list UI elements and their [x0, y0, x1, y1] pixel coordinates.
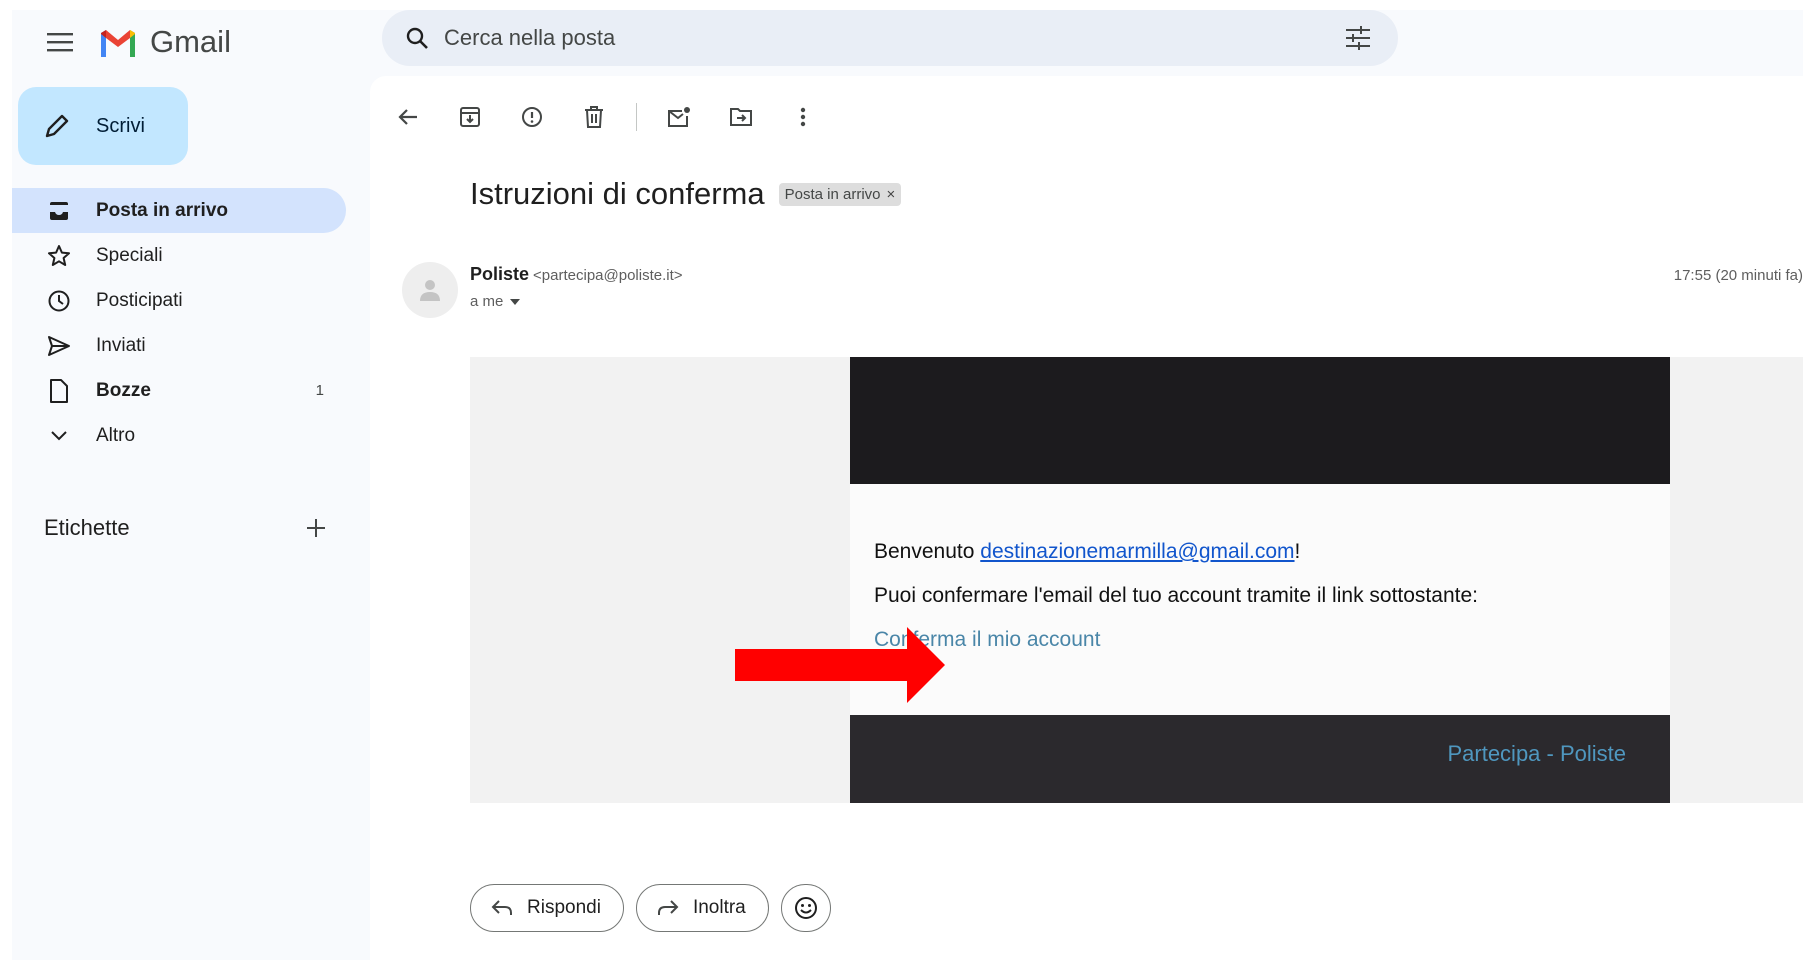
move-to-button[interactable] [721, 97, 761, 137]
welcome-line: Benvenuto destinazionemarmilla@gmail.com… [874, 539, 1646, 565]
reply-actions: Rispondi Inoltra [470, 884, 831, 932]
archive-button[interactable] [450, 97, 490, 137]
move-folder-icon [730, 108, 752, 126]
avatar[interactable] [402, 262, 458, 318]
sidebar-item-inbox[interactable]: Posta in arrivo [12, 188, 346, 233]
recipient-details-toggle[interactable]: a me [470, 293, 521, 310]
sender-address: <partecipa@poliste.it> [533, 267, 683, 284]
email-card: Benvenuto destinazionemarmilla@gmail.com… [850, 357, 1670, 803]
sidebar-item-label: Posta in arrivo [96, 199, 228, 221]
forward-button[interactable]: Inoltra [635, 884, 769, 932]
mark-unread-icon [668, 107, 690, 127]
arrow-left-icon [398, 109, 417, 125]
gmail-app: Gmail Cerca nella posta Scrivi Posta in … [12, 10, 1803, 960]
plus-icon [307, 519, 325, 537]
footer-link[interactable]: Partecipa - Poliste [1447, 741, 1626, 767]
sidebar-item-snoozed[interactable]: Posticipati [12, 278, 346, 323]
sender-name[interactable]: Poliste [470, 264, 529, 284]
emoji-icon [793, 895, 819, 921]
red-arrow-annotation [735, 627, 945, 703]
archive-icon [460, 107, 480, 127]
pencil-icon [42, 111, 72, 141]
labels-title: Etichette [44, 515, 130, 540]
mark-unread-button[interactable] [659, 97, 699, 137]
email-header-band [850, 357, 1670, 484]
send-icon [46, 333, 72, 359]
search-input[interactable]: Cerca nella posta [444, 25, 1338, 51]
welcome-email-link[interactable]: destinazionemarmilla@gmail.com [980, 540, 1294, 563]
search-bar[interactable]: Cerca nella posta [382, 10, 1398, 66]
email-footer: Partecipa - Poliste [850, 715, 1670, 803]
email-body: Benvenuto destinazionemarmilla@gmail.com… [470, 357, 1803, 803]
sidebar-item-label: Speciali [96, 244, 163, 266]
sender-info: Poliste <partecipa@poliste.it> [470, 264, 683, 285]
forward-label: Inoltra [692, 897, 746, 918]
spam-icon [522, 107, 542, 127]
sidebar-item-drafts[interactable]: Bozze 1 [12, 368, 346, 413]
subject-title: Istruzioni di conferma [470, 176, 765, 211]
remove-label-icon[interactable]: × [887, 186, 896, 203]
label-chip-text: Posta in arrivo [784, 185, 881, 203]
chevron-down-icon [46, 423, 72, 449]
instructions-text: Puoi confermare l'email del tuo account … [874, 584, 1478, 607]
sidebar-item-sent[interactable]: Inviati [12, 323, 346, 368]
more-options-button[interactable] [783, 97, 823, 137]
message-time: 17:55 (20 minuti fa) [1673, 267, 1803, 284]
app-name: Gmail [150, 24, 231, 59]
search-icon[interactable] [402, 23, 432, 53]
more-vert-icon [800, 107, 806, 127]
sidebar-item-label: Bozze [96, 379, 151, 401]
sidebar-item-label: Inviati [96, 334, 146, 356]
compose-label: Scrivi [96, 114, 145, 137]
sidebar-item-label: Altro [96, 424, 136, 446]
drafts-count: 1 [315, 382, 324, 399]
toolbar-divider [636, 103, 637, 131]
compose-button[interactable]: Scrivi [18, 87, 188, 165]
labels-section-header: Etichette [44, 508, 334, 548]
gmail-m-icon [101, 30, 135, 57]
message-toolbar [388, 94, 845, 140]
email-content: Benvenuto destinazionemarmilla@gmail.com… [850, 484, 1670, 715]
reply-icon [489, 895, 515, 921]
draft-icon [46, 378, 72, 404]
emoji-reaction-button[interactable] [780, 884, 831, 932]
person-icon [420, 280, 440, 301]
message-view: Istruzioni di conferma Posta in arrivo ×… [370, 76, 1803, 960]
reply-label: Rispondi [527, 897, 601, 918]
caret-down-icon [510, 298, 521, 305]
welcome-suffix: ! [1294, 540, 1301, 563]
subject-line: Istruzioni di conferma Posta in arrivo × [470, 176, 902, 212]
hamburger-icon [47, 33, 73, 52]
main-menu-button[interactable] [42, 24, 78, 60]
recipient-label: a me [470, 293, 504, 310]
sidebar-item-starred[interactable]: Speciali [12, 233, 346, 278]
star-icon [46, 243, 72, 269]
clock-icon [46, 288, 72, 314]
delete-button[interactable] [574, 97, 614, 137]
trash-icon [585, 106, 603, 128]
sidebar-nav: Posta in arrivo Speciali Posticipati Inv… [12, 188, 346, 458]
report-spam-button[interactable] [512, 97, 552, 137]
sidebar-item-label: Posticipati [96, 289, 183, 311]
forward-icon [655, 895, 681, 921]
label-chip[interactable]: Posta in arrivo × [778, 182, 902, 206]
search-options-icon[interactable] [1338, 18, 1378, 58]
gmail-logo[interactable]: Gmail [98, 24, 231, 60]
inbox-icon [46, 198, 72, 224]
back-button[interactable] [388, 97, 428, 137]
add-label-button[interactable] [298, 510, 334, 546]
reply-button[interactable]: Rispondi [470, 884, 624, 932]
sidebar-item-more[interactable]: Altro [12, 413, 346, 458]
welcome-text: Benvenuto [874, 540, 981, 563]
